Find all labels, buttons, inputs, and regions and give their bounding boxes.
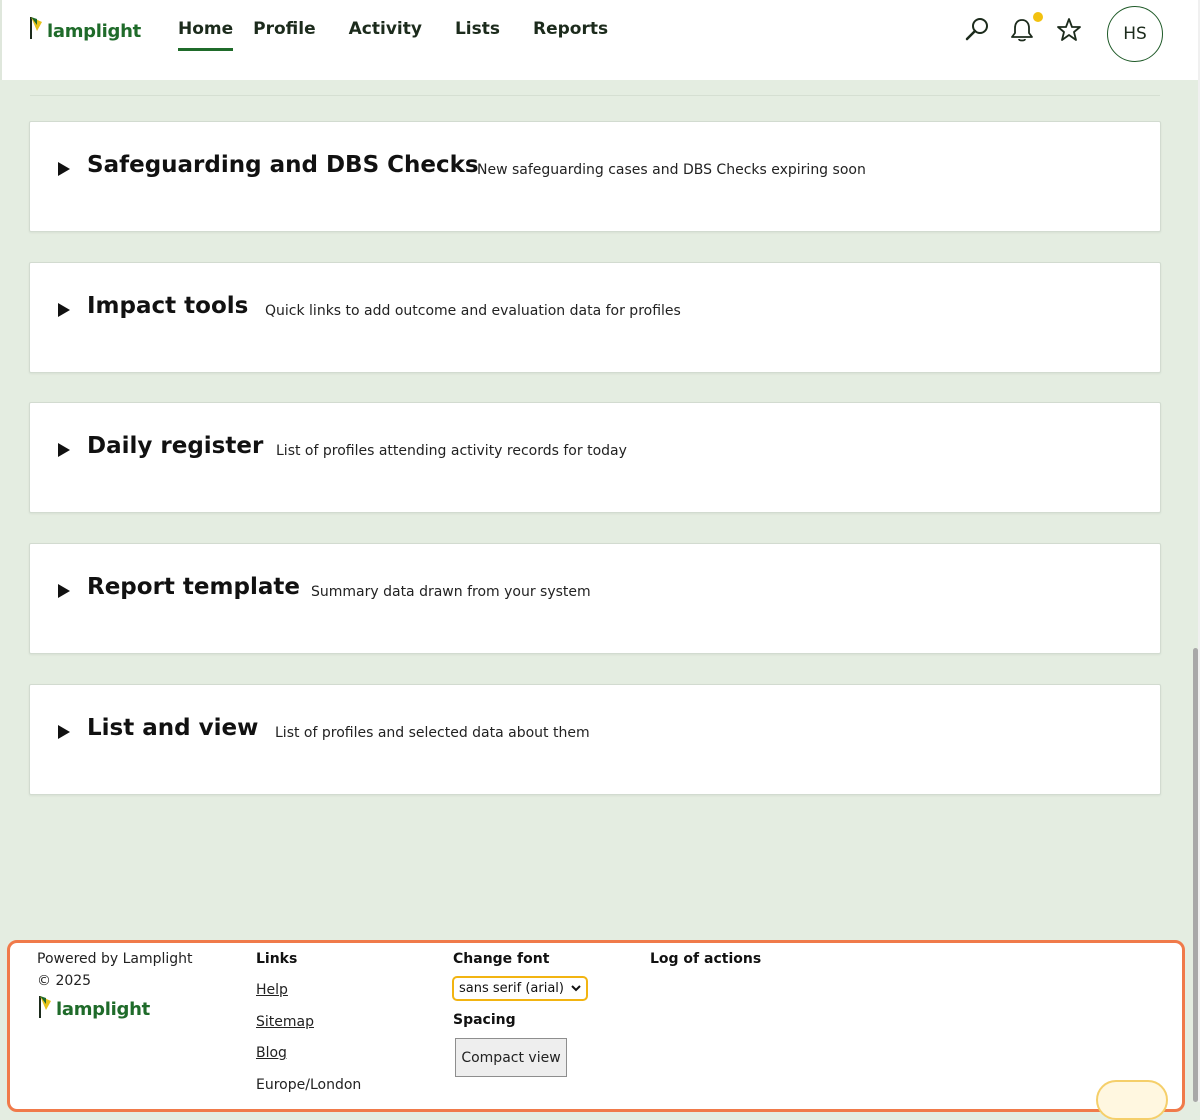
card-title: Impact tools [87, 293, 249, 319]
logo-text: lamplight [56, 999, 150, 1020]
nav-lists[interactable]: Lists [455, 18, 500, 51]
log-of-actions-heading[interactable]: Log of actions [650, 951, 761, 967]
change-font-heading: Change font [453, 951, 550, 967]
card-title: List and view [87, 715, 259, 741]
top-header: lamplight Home Profile Activity Lists Re… [0, 0, 1200, 80]
card-description: Summary data drawn from your system [311, 584, 591, 600]
expand-triangle-icon[interactable] [58, 584, 70, 598]
card-impact-tools[interactable]: Impact tools Quick links to add outcome … [29, 262, 1161, 373]
card-safeguarding[interactable]: Safeguarding and DBS Checks New safeguar… [29, 121, 1161, 232]
card-report-template[interactable]: Report template Summary data drawn from … [29, 543, 1161, 654]
help-link[interactable]: Help [256, 982, 288, 998]
card-daily-register[interactable]: Daily register List of profiles attendin… [29, 402, 1161, 513]
blog-link[interactable]: Blog [256, 1045, 287, 1061]
spacing-heading: Spacing [453, 1012, 516, 1028]
footer-logo[interactable]: lamplight [37, 993, 150, 1020]
chevron-down-icon [571, 985, 581, 992]
star-icon[interactable] [1055, 16, 1083, 44]
nav-home[interactable]: Home [178, 18, 234, 51]
lamplight-logo[interactable]: lamplight [28, 14, 141, 42]
links-heading: Links [256, 951, 298, 967]
card-title: Report template [87, 574, 300, 600]
lamp-logo-icon [39, 995, 51, 1018]
compact-view-button[interactable]: Compact view [455, 1038, 567, 1077]
expand-triangle-icon[interactable] [58, 162, 70, 176]
card-list-and-view[interactable]: List and view List of profiles and selec… [29, 684, 1161, 795]
lamp-logo-icon [30, 17, 42, 39]
expand-triangle-icon[interactable] [58, 303, 70, 317]
back-to-top-button[interactable] [1096, 1080, 1168, 1120]
main-nav: Home Profile Activity Lists Reports [178, 18, 641, 51]
timezone-text: Europe/London [256, 1077, 362, 1093]
search-icon[interactable] [963, 16, 991, 44]
page-footer: Powered by Lamplight © 2025 lamplight Li… [7, 940, 1185, 1120]
user-avatar[interactable]: HS [1107, 6, 1163, 62]
bell-icon[interactable] [1008, 16, 1036, 44]
sitemap-link[interactable]: Sitemap [256, 1014, 314, 1030]
notification-dot [1033, 12, 1043, 22]
logo-text: lamplight [47, 20, 141, 42]
nav-profile[interactable]: Profile [253, 18, 315, 51]
card-description: New safeguarding cases and DBS Checks ex… [477, 162, 866, 178]
scrollbar-thumb[interactable] [1193, 648, 1198, 1102]
card-description: List of profiles and selected data about… [275, 725, 590, 741]
card-description: Quick links to add outcome and evaluatio… [265, 303, 681, 319]
section-divider [30, 95, 1160, 96]
nav-activity[interactable]: Activity [349, 18, 422, 51]
expand-triangle-icon[interactable] [58, 725, 70, 739]
font-select[interactable]: sans serif (arial) [452, 976, 588, 1001]
card-title: Safeguarding and DBS Checks [87, 152, 479, 178]
card-description: List of profiles attending activity reco… [276, 443, 627, 459]
expand-triangle-icon[interactable] [58, 443, 70, 457]
nav-reports[interactable]: Reports [533, 18, 608, 51]
card-title: Daily register [87, 433, 264, 459]
powered-by-text: Powered by Lamplight [37, 951, 193, 967]
copyright-text: © 2025 [37, 973, 92, 989]
font-select-value: sans serif (arial) [459, 981, 564, 996]
